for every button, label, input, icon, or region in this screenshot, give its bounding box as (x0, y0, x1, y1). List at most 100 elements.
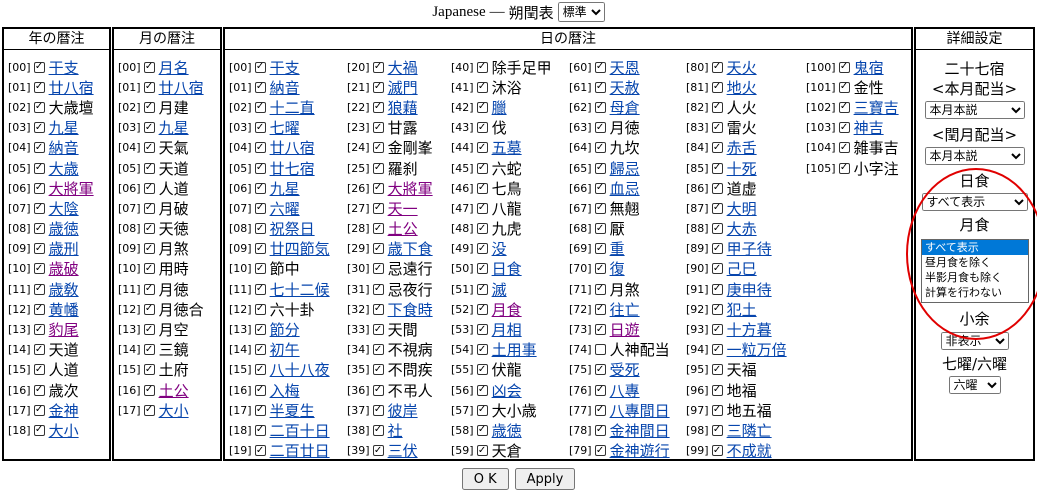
item-label[interactable]: 金神遊行 (610, 440, 670, 461)
item-label[interactable]: 八專 (610, 380, 640, 401)
item-label[interactable]: 黄幡 (49, 299, 79, 320)
item-checkbox[interactable]: ✓ (372, 404, 384, 416)
item-checkbox[interactable]: ✓ (143, 263, 155, 275)
item-label[interactable]: 狼藉 (388, 97, 418, 118)
item-checkbox[interactable]: ✓ (33, 424, 45, 436)
item-label[interactable]: 重 (610, 238, 625, 259)
item-label[interactable]: 十方暮 (727, 319, 772, 340)
item-checkbox[interactable]: ✓ (594, 61, 606, 73)
item-label[interactable]: 十二直 (270, 97, 315, 118)
nisshoku-select[interactable]: すべて表示 (921, 193, 1028, 211)
item-checkbox[interactable]: ✓ (372, 101, 384, 113)
item-checkbox[interactable]: ✓ (254, 122, 266, 134)
item-checkbox[interactable]: ✓ (594, 303, 606, 315)
item-checkbox[interactable]: ✓ (254, 424, 266, 436)
item-checkbox[interactable]: ✓ (372, 283, 384, 295)
item-checkbox[interactable]: ✓ (372, 243, 384, 255)
item-checkbox[interactable]: ✓ (476, 324, 488, 336)
item-checkbox[interactable]: ✓ (143, 324, 155, 336)
item-label[interactable]: 納音 (49, 137, 79, 158)
item-checkbox[interactable]: ✓ (711, 202, 723, 214)
ok-button[interactable]: O K (461, 468, 509, 490)
item-checkbox[interactable]: ✓ (143, 344, 155, 356)
item-label[interactable]: 歳徳 (492, 420, 522, 441)
item-label[interactable]: 大將軍 (49, 178, 94, 199)
item-checkbox[interactable]: ✓ (143, 202, 155, 214)
item-checkbox[interactable]: ✓ (33, 324, 45, 336)
item-checkbox[interactable]: ✓ (372, 344, 384, 356)
item-checkbox[interactable]: ✓ (372, 384, 384, 396)
item-label[interactable]: 母倉 (610, 97, 640, 118)
item-label[interactable]: 十死 (727, 158, 757, 179)
item-checkbox[interactable]: ✓ (372, 162, 384, 174)
item-checkbox[interactable]: ✓ (594, 182, 606, 194)
item-label[interactable]: 一粒万倍 (727, 339, 787, 360)
item-label[interactable]: 豹尾 (49, 319, 79, 340)
shichiyo-select[interactable]: 六曜 (948, 376, 1001, 394)
item-checkbox[interactable]: ✓ (711, 61, 723, 73)
item-checkbox[interactable]: ✓ (594, 122, 606, 134)
item-label[interactable]: 己巳 (727, 258, 757, 279)
urumon-select[interactable]: 本月本説 (924, 147, 1025, 165)
item-checkbox[interactable]: ✓ (33, 202, 45, 214)
item-label[interactable]: 入梅 (270, 380, 300, 401)
item-checkbox[interactable]: ✓ (143, 404, 155, 416)
item-label[interactable]: 大將軍 (388, 178, 433, 199)
item-label[interactable]: 天恩 (610, 57, 640, 78)
item-label[interactable]: 納音 (270, 77, 300, 98)
item-checkbox[interactable]: ✓ (838, 142, 850, 154)
item-checkbox[interactable]: ✓ (476, 122, 488, 134)
item-label[interactable]: 不成就 (727, 440, 772, 461)
item-checkbox[interactable]: ✓ (33, 223, 45, 235)
item-label[interactable]: 天火 (727, 57, 757, 78)
item-checkbox[interactable]: ✓ (372, 61, 384, 73)
item-checkbox[interactable]: ✓ (372, 202, 384, 214)
item-checkbox[interactable]: ✓ (254, 364, 266, 376)
item-checkbox[interactable]: ✓ (711, 263, 723, 275)
item-label[interactable]: 大歳 (49, 158, 79, 179)
item-label[interactable]: 七曜 (270, 117, 300, 138)
item-checkbox[interactable]: ✓ (254, 202, 266, 214)
item-checkbox[interactable]: ✓ (838, 101, 850, 113)
item-label[interactable]: 凶会 (492, 380, 522, 401)
mode-select[interactable]: 標準 (557, 2, 605, 22)
item-checkbox[interactable]: ✓ (711, 303, 723, 315)
item-checkbox[interactable]: ✓ (372, 122, 384, 134)
item-label[interactable]: 下食時 (388, 299, 433, 320)
item-label[interactable]: 祝祭日 (270, 218, 315, 239)
item-checkbox[interactable]: ✓ (594, 364, 606, 376)
item-checkbox[interactable]: ✓ (143, 384, 155, 396)
item-label[interactable]: 庚申待 (727, 279, 772, 300)
item-label[interactable]: 三寶吉 (854, 97, 899, 118)
item-label[interactable]: 甲子待 (727, 238, 772, 259)
item-label[interactable]: 滅 (492, 279, 507, 300)
item-checkbox[interactable]: ✓ (143, 283, 155, 295)
item-label[interactable]: 大禍 (388, 57, 418, 78)
item-checkbox[interactable]: ✓ (254, 283, 266, 295)
item-checkbox[interactable]: ✓ (476, 424, 488, 436)
item-checkbox[interactable]: ✓ (711, 142, 723, 154)
item-checkbox[interactable]: ✓ (711, 424, 723, 436)
item-checkbox[interactable]: ✓ (594, 424, 606, 436)
item-checkbox[interactable]: ✓ (476, 223, 488, 235)
item-checkbox[interactable]: ✓ (711, 445, 723, 457)
item-label[interactable]: 月相 (492, 319, 522, 340)
item-label[interactable]: 月名 (159, 57, 189, 78)
item-label[interactable]: 往亡 (610, 299, 640, 320)
item-checkbox[interactable]: ✓ (143, 364, 155, 376)
item-checkbox[interactable]: ✓ (254, 61, 266, 73)
item-checkbox[interactable]: ✓ (476, 182, 488, 194)
item-checkbox[interactable]: ✓ (372, 445, 384, 457)
honmon-select[interactable]: 本月本説 (924, 101, 1025, 119)
gesshoku-listbox[interactable]: すべて表示 昼月食を除く 半影月食も除く 計算を行わない (921, 239, 1029, 303)
item-checkbox[interactable]: ✓ (254, 404, 266, 416)
item-checkbox[interactable]: ✓ (711, 223, 723, 235)
item-checkbox[interactable]: ✓ (594, 445, 606, 457)
item-label[interactable]: 土公 (388, 218, 418, 239)
item-label[interactable]: 金神 (49, 400, 79, 421)
item-label[interactable]: 地火 (727, 77, 757, 98)
shoyo-select[interactable]: 非表示 (940, 332, 1009, 350)
item-label[interactable]: 金神間日 (610, 420, 670, 441)
item-checkbox[interactable]: ✓ (33, 303, 45, 315)
item-checkbox[interactable]: ✓ (476, 364, 488, 376)
